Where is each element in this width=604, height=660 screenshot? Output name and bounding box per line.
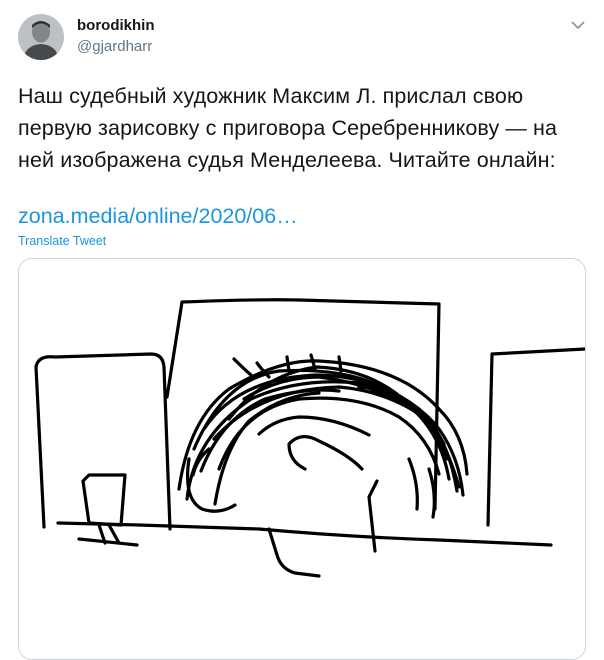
avatar[interactable] (18, 14, 64, 60)
tweet-menu-button[interactable] (567, 14, 589, 36)
tweet-media-image[interactable] (18, 258, 586, 660)
sketch-lamp (81, 473, 127, 527)
sketch-right-chair (486, 347, 585, 527)
tweet-link[interactable]: zona.media/online/2020/06… (18, 200, 298, 232)
sketch-center-chair (165, 298, 441, 511)
translate-tweet-button[interactable]: Translate Tweet (18, 233, 106, 249)
sketch-left-chair (34, 352, 172, 531)
sketch-figure-arm (267, 527, 321, 578)
chevron-down-icon (571, 21, 585, 29)
author-handle[interactable]: @gjardharr (77, 38, 152, 55)
sketch-desk (56, 521, 553, 547)
author-name[interactable]: borodikhin (77, 17, 155, 34)
tweet-text: Наш судебный художник Максим Л. прислал … (18, 84, 558, 172)
user-avatar-icon (18, 14, 64, 60)
tweet: borodikhin @gjardharr Наш судебный худож… (0, 0, 604, 660)
courtroom-sketch-image (34, 298, 585, 578)
